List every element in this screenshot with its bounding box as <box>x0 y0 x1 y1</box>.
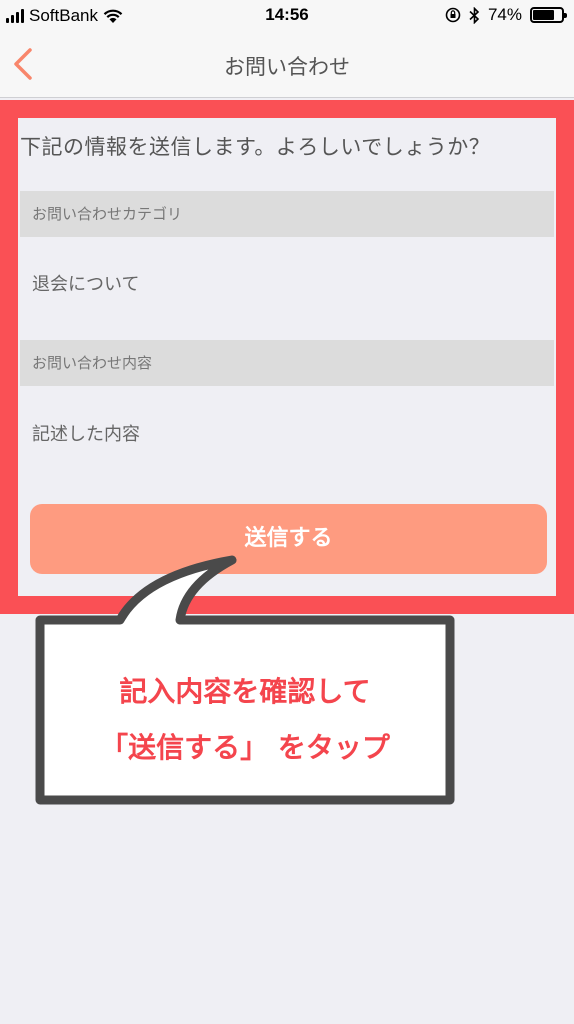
rotation-lock-icon <box>445 7 461 23</box>
bluetooth-icon <box>469 6 480 24</box>
page-title: お問い合わせ <box>224 55 350 79</box>
category-value: 退会について <box>32 274 140 295</box>
battery-icon <box>530 7 567 23</box>
battery-percent: 74% <box>487 5 522 24</box>
confirm-message: 下記の情報を送信します。よろしいでしょうか？ <box>20 135 491 159</box>
callout-text: 記入内容を確認して 「送信する」 をタップ <box>40 664 450 776</box>
callout-line-2: 「送信する」 をタップ <box>100 731 390 764</box>
send-button[interactable]: 送信する <box>30 504 547 574</box>
content-header: お問い合わせ内容 <box>20 340 554 386</box>
content-value: 記述した内容 <box>32 424 140 445</box>
battery-fill <box>533 10 554 20</box>
nav-bar: お問い合わせ <box>0 32 574 98</box>
category-header: お問い合わせカテゴリ <box>20 191 554 237</box>
status-right: 74% <box>445 5 567 25</box>
callout-line-1: 記入内容を確認して <box>119 675 371 708</box>
status-bar: SoftBank 14:56 74% <box>0 0 574 32</box>
